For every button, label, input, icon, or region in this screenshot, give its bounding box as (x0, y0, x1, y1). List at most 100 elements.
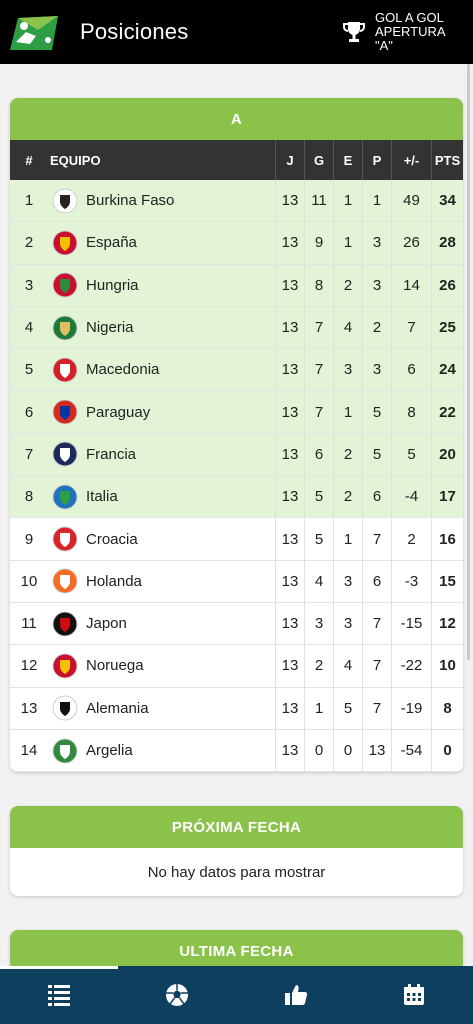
row-won: 9 (304, 222, 333, 264)
row-team: Croacia (48, 526, 275, 552)
row-drawn: 5 (333, 687, 362, 729)
row-lost: 3 (362, 349, 391, 391)
row-position: 4 (24, 319, 34, 337)
col-pos: # (25, 152, 33, 168)
row-drawn: 1 (333, 222, 362, 264)
row-goal-diff: 5 (391, 433, 431, 476)
standings-row[interactable]: 10 Holanda 13 4 3 6 -3 15 (10, 560, 463, 603)
team-name: Paraguay (86, 403, 151, 421)
row-won: 8 (304, 264, 333, 306)
standings-row[interactable]: 13 Alemania 13 1 5 7 -19 8 (10, 687, 463, 730)
row-position: 2 (24, 234, 34, 252)
row-won: 0 (304, 729, 333, 772)
row-goal-diff: -19 (391, 687, 431, 729)
team-name: Alemania (86, 699, 149, 717)
calendar-icon (403, 984, 424, 1005)
row-drawn: 1 (333, 518, 362, 560)
col-points: PTS (431, 140, 463, 180)
row-lost: 3 (362, 264, 391, 306)
row-won: 3 (304, 602, 333, 645)
row-drawn: 2 (333, 476, 362, 518)
standings-row[interactable]: 5 Macedonia 13 7 3 3 6 24 (10, 349, 463, 392)
standings-row[interactable]: 12 Noruega 13 2 4 7 -22 10 (10, 645, 463, 688)
row-drawn: 4 (333, 306, 362, 349)
nav-calendar[interactable] (355, 966, 473, 1024)
row-played: 13 (275, 560, 304, 602)
team-crest-icon (52, 399, 78, 425)
team-name: Croacia (86, 530, 138, 548)
row-played: 13 (275, 729, 304, 772)
row-team: Alemania (48, 695, 275, 721)
row-won: 11 (304, 180, 333, 222)
standings-row[interactable]: 14 Argelia 13 0 0 13 -54 0 (10, 729, 463, 773)
standings-row[interactable]: 6 Paraguay 13 7 1 5 8 22 (10, 391, 463, 434)
row-won: 4 (304, 560, 333, 602)
row-team: Italia (48, 484, 275, 510)
row-points: 17 (431, 476, 463, 518)
row-played: 13 (275, 518, 304, 560)
team-crest-icon (52, 695, 78, 721)
row-points: 34 (431, 180, 463, 222)
standings-row[interactable]: 11 Japon 13 3 3 7 -15 12 (10, 602, 463, 646)
row-lost: 1 (362, 180, 391, 222)
row-position: 10 (20, 572, 38, 590)
team-crest-icon (52, 441, 78, 467)
content-area[interactable]: A # EQUIPO J G E P +/- PTS 1 Burkina Faso… (0, 64, 473, 966)
app-root: Posiciones GOL A GOL APERTURA "A" A # EQ… (0, 0, 473, 1024)
nav-standings[interactable] (0, 966, 119, 1024)
team-crest-icon (52, 611, 78, 637)
nav-favorites[interactable] (237, 966, 355, 1024)
standings-row[interactable]: 3 Hungria 13 8 2 3 14 26 (10, 264, 463, 307)
row-points: 12 (431, 602, 463, 645)
team-crest-icon (52, 526, 78, 552)
col-won: G (304, 140, 333, 180)
row-team: Japon (48, 611, 275, 637)
row-won: 7 (304, 349, 333, 391)
nav-matches[interactable] (118, 966, 236, 1024)
scrollbar[interactable] (467, 64, 470, 660)
last-round-card: ULTIMA FECHA (10, 930, 463, 966)
row-position: 14 (20, 742, 38, 759)
standings-header: # EQUIPO J G E P +/- PTS (10, 140, 463, 180)
standings-row[interactable]: 8 Italia 13 5 2 6 -4 17 (10, 476, 463, 519)
col-lost: P (362, 140, 391, 180)
row-team: Burkina Faso (48, 188, 275, 214)
row-lost: 5 (362, 433, 391, 476)
standings-row[interactable]: 4 Nigeria 13 7 4 2 7 25 (10, 306, 463, 350)
team-name: Hungria (86, 276, 139, 294)
row-position: 1 (24, 192, 34, 210)
row-lost: 3 (362, 222, 391, 264)
row-lost: 7 (362, 518, 391, 560)
standings-row[interactable]: 7 Francia 13 6 2 5 5 20 (10, 433, 463, 477)
row-team: España (48, 230, 275, 256)
team-name: Nigeria (86, 319, 134, 337)
team-name: Japon (86, 615, 127, 633)
row-played: 13 (275, 264, 304, 306)
row-points: 16 (431, 518, 463, 560)
row-goal-diff: 6 (391, 349, 431, 391)
standings-row[interactable]: 2 España 13 9 1 3 26 28 (10, 222, 463, 265)
row-goal-diff: -15 (391, 602, 431, 645)
row-played: 13 (275, 349, 304, 391)
col-goal-diff: +/- (391, 140, 431, 180)
row-points: 22 (431, 391, 463, 433)
next-round-title: PRÓXIMA FECHA (10, 806, 463, 848)
app-logo-icon (8, 12, 60, 52)
row-position: 7 (24, 445, 34, 463)
row-goal-diff: 8 (391, 391, 431, 433)
row-goal-diff: 26 (391, 222, 431, 264)
team-crest-icon (52, 315, 78, 341)
standings-row[interactable]: 9 Croacia 13 5 1 7 2 16 (10, 518, 463, 561)
row-drawn: 1 (333, 180, 362, 222)
row-won: 6 (304, 433, 333, 476)
page-title: Posiciones (80, 19, 189, 44)
row-goal-diff: -3 (391, 560, 431, 602)
tournament-selector[interactable]: GOL A GOL APERTURA "A" (341, 11, 453, 53)
row-lost: 13 (362, 729, 391, 772)
standings-row[interactable]: 1 Burkina Faso 13 11 1 1 49 34 (10, 180, 463, 223)
row-points: 0 (431, 729, 463, 772)
row-position: 12 (20, 657, 38, 675)
standings-rows: 1 Burkina Faso 13 11 1 1 49 34 2 España 13 9 1 3 26 28 3… (10, 180, 463, 773)
row-goal-diff: -54 (391, 729, 431, 772)
team-crest-icon (52, 738, 78, 764)
